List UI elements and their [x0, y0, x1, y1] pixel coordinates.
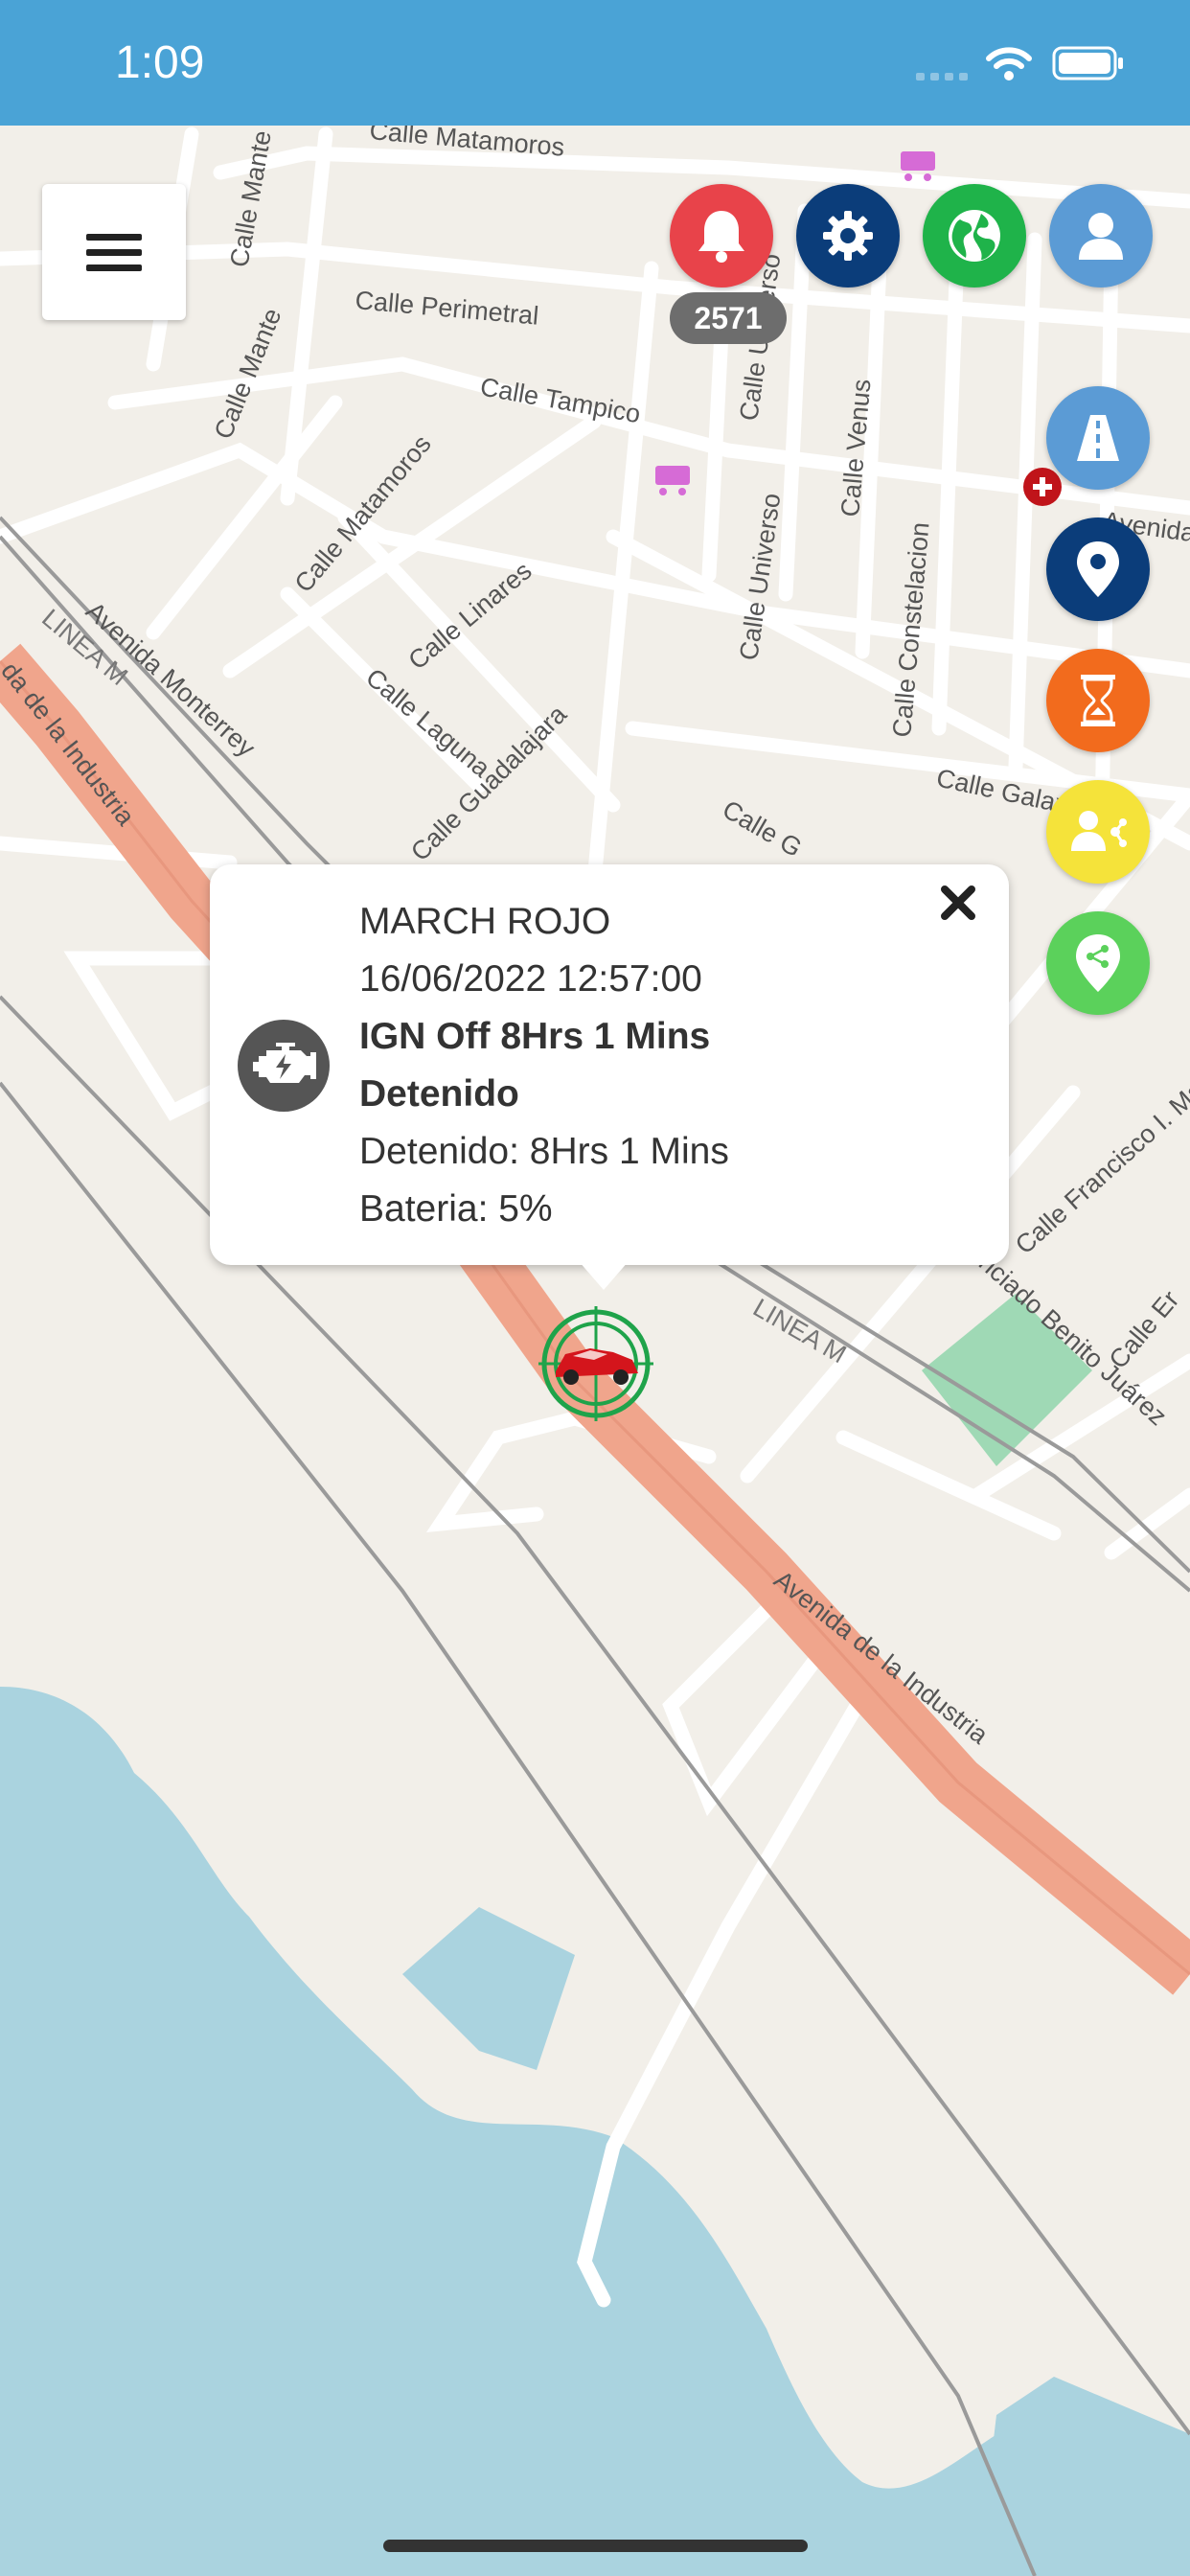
signal-icon [916, 73, 968, 80]
hamburger-menu-icon [86, 234, 142, 241]
battery-level: Bateria: 5% [359, 1188, 553, 1230]
map-layer-button[interactable] [923, 184, 1026, 288]
hospital-icon [1023, 468, 1062, 506]
red-car-icon [538, 1306, 653, 1421]
hamburger-menu-icon [86, 264, 142, 271]
hamburger-menu-icon [86, 249, 142, 256]
engine-icon [238, 1020, 330, 1112]
share-users-button[interactable] [1046, 780, 1150, 884]
road-button[interactable] [1046, 386, 1150, 490]
map-view[interactable]: Calle Matamoros Calle Perimetral Calle T… [0, 126, 1190, 2576]
history-button[interactable] [1046, 649, 1150, 752]
profile-button[interactable] [1049, 184, 1153, 288]
globe-icon [949, 210, 1000, 262]
vehicle-marker[interactable] [537, 1304, 655, 1423]
vehicle-state: Detenido [359, 1073, 519, 1115]
stopped-duration: Detenido: 8Hrs 1 Mins [359, 1131, 729, 1172]
vehicle-name: MARCH ROJO [359, 901, 611, 942]
wifi-icon [986, 47, 1032, 80]
battery-icon [1052, 46, 1123, 80]
close-icon [941, 886, 975, 920]
settings-button[interactable] [796, 184, 900, 288]
status-bar: 1:09 [0, 0, 1190, 126]
hourglass-icon [1081, 675, 1115, 726]
user-icon [1079, 213, 1123, 260]
home-indicator [383, 2540, 808, 2552]
alerts-button[interactable] [670, 184, 773, 288]
alerts-count-badge: 2571 [670, 292, 787, 344]
status-time: 1:09 [115, 37, 205, 88]
report-datetime: 16/06/2022 12:57:00 [359, 958, 702, 1000]
popup-tail [579, 1261, 629, 1290]
share-location-button[interactable] [1046, 911, 1150, 1015]
share-users-icon [1071, 811, 1127, 851]
share-location-icon [1076, 934, 1120, 992]
gear-icon [823, 211, 873, 261]
close-popup-button[interactable] [935, 880, 981, 926]
ignition-status: IGN Off 8Hrs 1 Mins [359, 1016, 711, 1057]
location-button[interactable] [1046, 518, 1150, 621]
bell-icon [698, 211, 744, 263]
road-icon [1077, 415, 1119, 461]
menu-button[interactable] [42, 184, 186, 320]
location-pin-icon [1077, 541, 1119, 597]
